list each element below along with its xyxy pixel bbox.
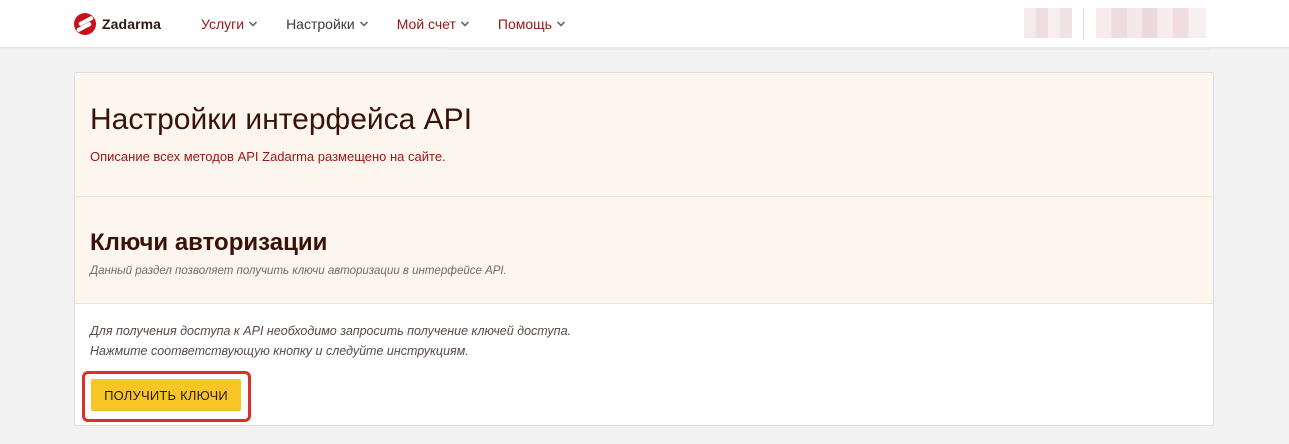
api-settings-card: Настройки интерфейса API Описание всех м… [74,72,1214,426]
nav-item-services[interactable]: Услуги [201,16,258,32]
instructions-text: Для получения доступа к API необходимо з… [90,321,571,361]
instructions-line: Нажмите соответствующую кнопку и следуйт… [90,344,469,358]
user-account-blurred[interactable] [1096,8,1206,38]
auth-keys-section: Ключи авторизации Данный раздел позволяе… [75,197,1213,304]
chevron-down-icon [359,21,368,27]
get-keys-button[interactable]: ПОЛУЧИТЬ КЛЮЧИ [91,379,241,411]
nav-item-label: Мой счет [396,16,456,32]
brand-logo[interactable]: Zadarma [74,13,161,35]
top-navbar: Zadarma Услуги Настройки Мой счет Помощь [0,0,1289,48]
chevron-down-icon [460,21,469,27]
nav-item-label: Услуги [201,16,245,32]
nav-item-my-account[interactable]: Мой счет [397,16,470,32]
nav-item-label: Помощь [497,16,552,32]
api-docs-link[interactable]: Описание всех методов API Zadarma размещ… [90,149,446,164]
header-divider [1083,8,1084,40]
api-header-section: Настройки интерфейса API Описание всех м… [75,73,1213,197]
account-balance-blurred[interactable] [1024,8,1072,38]
chevron-down-icon [248,21,258,27]
nav-item-help[interactable]: Помощь [498,16,566,32]
dropdown-shadow-line [447,47,1210,50]
zadarma-logo-icon [74,13,96,35]
nav-item-settings[interactable]: Настройки [286,16,369,32]
nav-item-label: Настройки [286,16,355,32]
instructions-line: Для получения доступа к API необходимо з… [90,324,571,338]
brand-name: Zadarma [102,16,162,32]
main-nav: Услуги Настройки Мой счет Помощь [201,0,594,48]
chevron-down-icon [556,21,566,27]
section-description: Данный раздел позволяет получить ключи а… [90,265,507,277]
page-title: Настройки интерфейса API [90,103,473,136]
section-title: Ключи авторизации [90,229,328,256]
